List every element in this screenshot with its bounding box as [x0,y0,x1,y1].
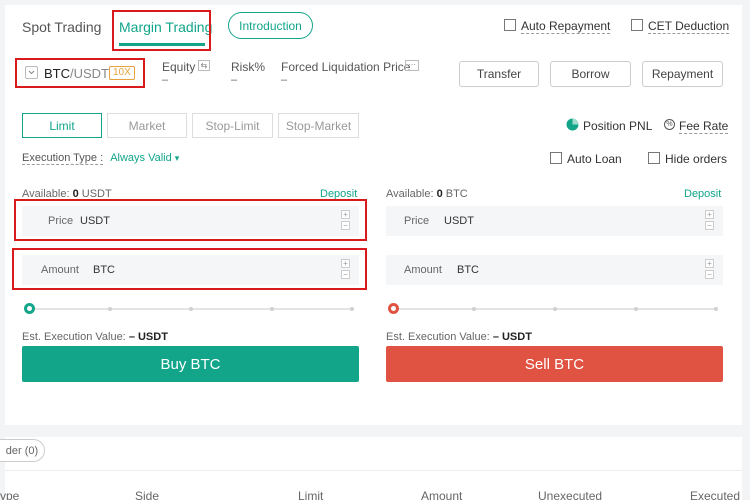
slider-mark [634,307,638,311]
sell-price-input[interactable]: Price USDT + − [386,206,723,236]
auto-loan-label: Auto Loan [567,152,622,166]
slider-mark [270,307,274,311]
column-limit: Limit [298,489,324,500]
sell-est-amount: – USDT [492,331,532,343]
buy-est-label: Est. Execution Value: [22,331,126,343]
slider-mark [553,307,557,311]
leverage-badge: 10X [109,66,135,80]
hide-orders-label: Hide orders [665,152,728,166]
column-type: ype [0,489,20,500]
fee-rate-link[interactable]: Fee Rate [679,119,729,134]
sell-amount-unit: BTC [457,264,479,276]
cet-deduction-label: CET Deduction [648,19,730,34]
sell-available-label: Available: [386,188,434,200]
highlight-box-margin-tab [112,10,211,51]
plus-icon[interactable]: + [705,210,714,219]
sell-price-unit: USDT [444,215,474,227]
equity-value: – [162,74,169,86]
sell-price-label: Price [404,215,430,227]
order-type-market[interactable]: Market [107,113,187,138]
execution-type[interactable]: Execution Type : Always Valid ▾ [22,152,180,165]
sell-available-value: 0 [436,188,443,200]
slider-mark [350,307,354,311]
divider [5,470,742,471]
position-pnl-link[interactable]: Position PNL [583,119,652,133]
risk-label: Risk% [231,60,266,74]
sell-available-unit: BTC [445,188,468,200]
chevron-down-icon[interactable] [25,66,38,79]
slider-mark [714,307,718,311]
forced-liquidation-label: Forced Liquidation Price [281,60,411,74]
cet-deduction-checkbox[interactable] [631,19,643,31]
sell-amount-input[interactable]: Amount BTC + − [386,255,723,285]
slider-mark [189,307,193,311]
auto-loan-checkbox[interactable] [550,152,562,164]
auto-repayment-label: Auto Repayment [521,19,611,34]
transfer-button[interactable]: Transfer [459,61,539,87]
pair-base: BTC [44,66,70,81]
borrow-button[interactable]: Borrow [550,61,631,87]
hide-orders-checkbox[interactable] [648,152,660,164]
order-type-stop-market[interactable]: Stop-Market [278,113,359,138]
buy-slider-handle[interactable] [24,303,35,314]
tab-spot-trading[interactable]: Spot Trading [22,19,101,35]
buy-est-value: Est. Execution Value: – USDT [22,331,168,343]
pie-chart-icon [566,118,579,131]
auto-repayment-checkbox[interactable] [504,19,516,31]
orders-panel [5,437,742,500]
order-type-stop-limit[interactable]: Stop-Limit [192,113,273,138]
column-unexecuted: Unexecuted [538,489,603,500]
forced-liquidation-value: – [281,74,288,86]
percent-icon: % [664,119,675,130]
buy-est-amount: – USDT [128,331,168,343]
execution-chevron-down-icon: ▾ [174,153,180,163]
sell-available: Available: 0 BTC [386,188,468,200]
minus-icon[interactable]: − [705,221,714,230]
highlight-box-buy-price [14,199,367,241]
risk-value: – [231,74,238,86]
execution-type-value: Always Valid [110,152,172,164]
column-amount: Amount [421,489,463,500]
sell-btc-button[interactable]: Sell BTC [386,346,723,382]
equity-label: Equity [162,60,196,74]
sell-est-label: Est. Execution Value: [386,331,490,343]
buy-btc-button[interactable]: Buy BTC [22,346,359,382]
column-side: Side [135,489,160,500]
repayment-button[interactable]: Repayment [642,61,723,87]
highlight-box-buy-amount [12,248,367,290]
plus-icon[interactable]: + [705,259,714,268]
minus-icon[interactable]: − [705,270,714,279]
pair-quote: /USDT [70,66,109,81]
slider-mark [108,307,112,311]
swap-icon[interactable]: ⇆ [198,60,210,71]
sell-est-value: Est. Execution Value: – USDT [386,331,532,343]
order-type-limit[interactable]: Limit [22,113,102,138]
column-executed: Executed [690,489,741,500]
sell-amount-label: Amount [404,264,442,276]
more-icon[interactable]: ··· [405,60,419,71]
sell-slider-handle[interactable] [388,303,399,314]
open-orders-tab[interactable]: der (0) [0,439,45,462]
pair-selector[interactable]: BTC/USDT [44,66,109,81]
introduction-button[interactable]: Introduction [228,12,313,39]
execution-type-label: Execution Type : [22,152,104,165]
slider-mark [472,307,476,311]
sell-deposit-link[interactable]: Deposit [684,188,721,200]
